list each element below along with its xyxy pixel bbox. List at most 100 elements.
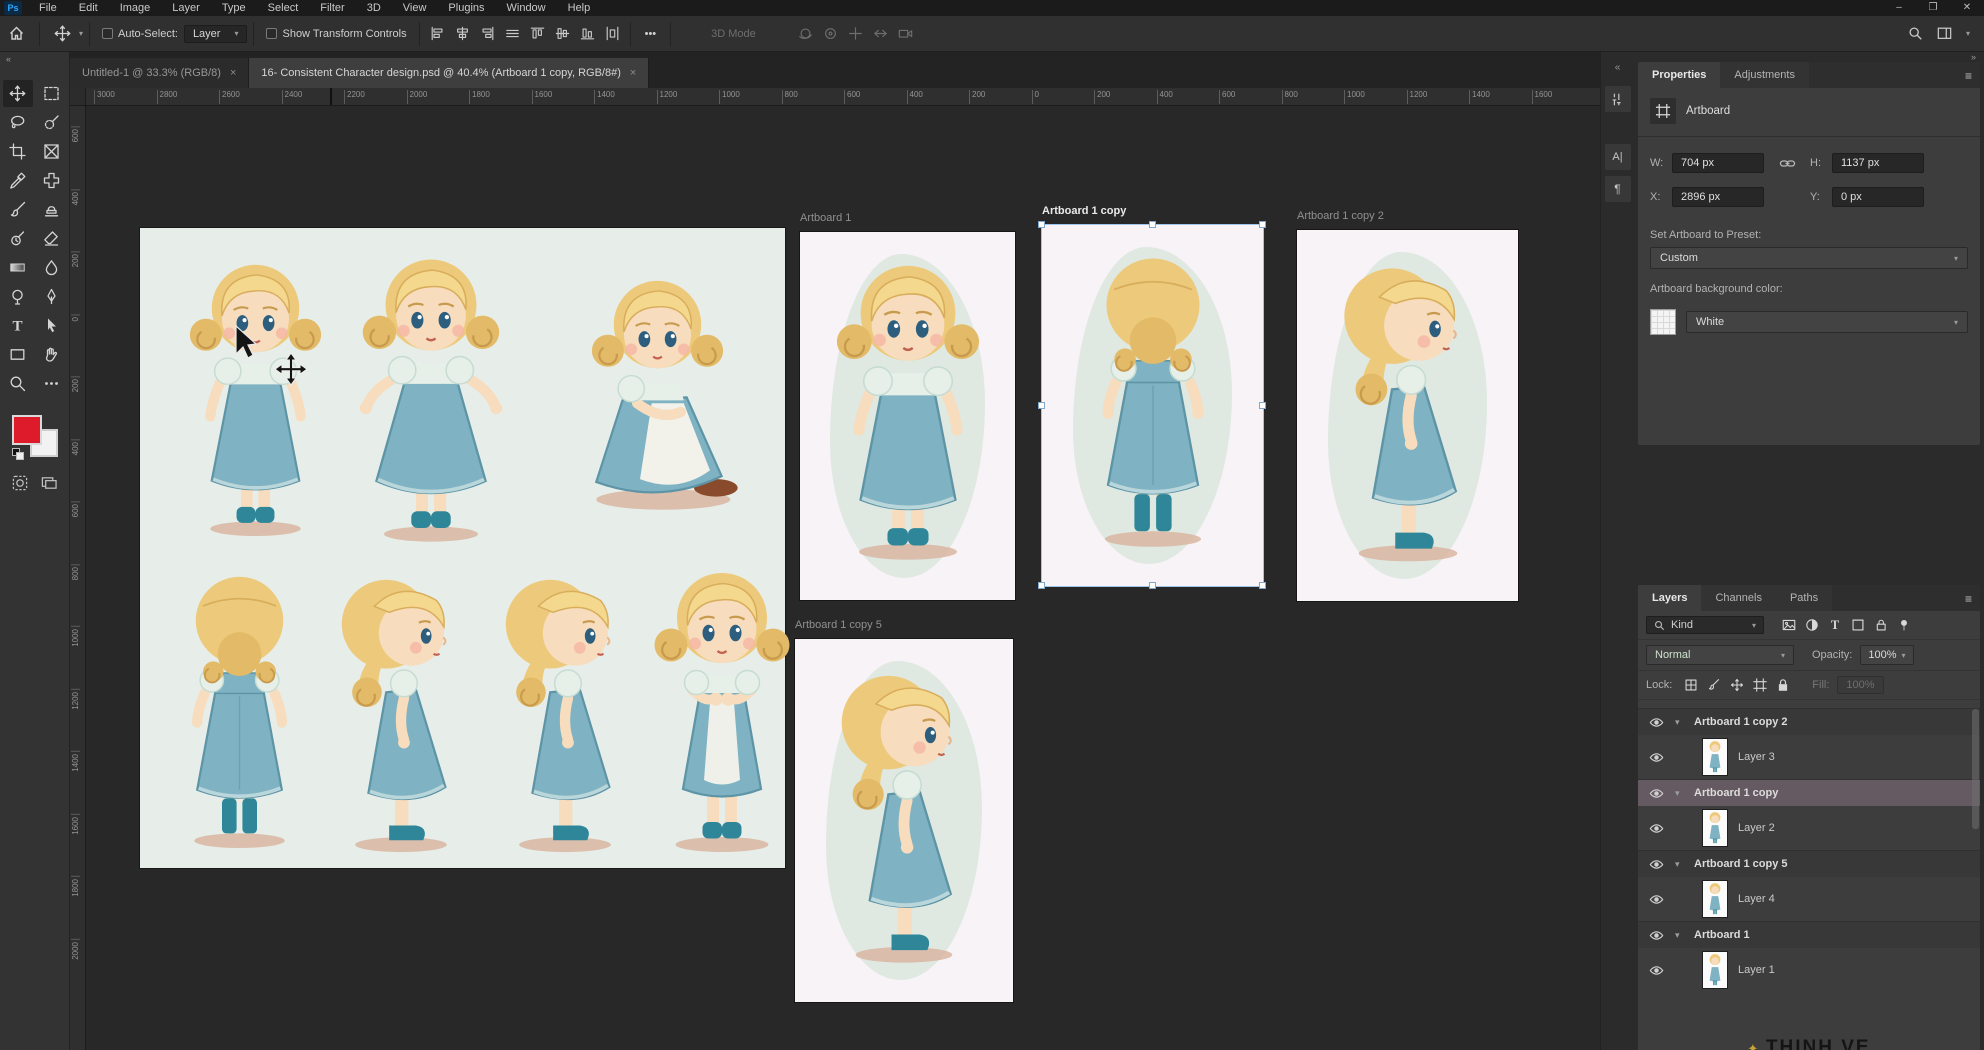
- brushes-panel-icon[interactable]: [1605, 86, 1631, 112]
- tab-properties[interactable]: Properties: [1638, 62, 1720, 88]
- ruler-origin[interactable]: [70, 88, 86, 106]
- paragraph-panel-icon[interactable]: ¶: [1605, 176, 1631, 202]
- visibility-eye-icon[interactable]: [1644, 928, 1668, 943]
- clone-stamp-tool[interactable]: [37, 196, 67, 223]
- visibility-eye-icon[interactable]: [1644, 857, 1668, 872]
- tab-adjustments[interactable]: Adjustments: [1720, 62, 1809, 88]
- layer-filter-dropdown[interactable]: Kind ▾: [1646, 616, 1764, 634]
- layer-thumbnail[interactable]: [1702, 809, 1728, 847]
- layer-group-row[interactable]: ▾Artboard 1 copy: [1638, 779, 1980, 806]
- menu-image[interactable]: Image: [109, 0, 162, 16]
- canvas-area[interactable]: 3000280026002400220020001800160014001200…: [70, 88, 1600, 1050]
- restore-button[interactable]: ❐: [1916, 0, 1950, 16]
- rectangle-tool[interactable]: [3, 341, 33, 368]
- shape-filter-icon[interactable]: [1851, 618, 1865, 632]
- menu-view[interactable]: View: [392, 0, 438, 16]
- brush-tool[interactable]: [3, 196, 33, 223]
- chevron-down-icon[interactable]: ▾: [1966, 29, 1970, 38]
- menu-file[interactable]: File: [28, 0, 68, 16]
- menu-select[interactable]: Select: [257, 0, 310, 16]
- minimize-button[interactable]: –: [1882, 0, 1916, 16]
- artboard-bg-swatch[interactable]: [1650, 309, 1676, 335]
- selection-handle[interactable]: [1038, 582, 1045, 589]
- visibility-eye-icon[interactable]: [1644, 963, 1668, 978]
- distribute-top-icon[interactable]: [530, 26, 545, 41]
- close-button[interactable]: ✕: [1950, 0, 1984, 16]
- move-tool[interactable]: [3, 80, 33, 107]
- layer-thumbnail[interactable]: [1702, 738, 1728, 776]
- healing-tool[interactable]: [37, 167, 67, 194]
- visibility-eye-icon[interactable]: [1644, 821, 1668, 836]
- slice-tool[interactable]: [37, 138, 67, 165]
- auto-select-checkbox[interactable]: Auto-Select:: [96, 28, 184, 40]
- dodge-tool[interactable]: [3, 283, 33, 310]
- show-transform-checkbox[interactable]: Show Transform Controls: [260, 28, 412, 40]
- checkbox-icon[interactable]: [102, 28, 113, 39]
- type-filter-icon[interactable]: T: [1828, 618, 1842, 632]
- artboard-artboard-1-copy-5[interactable]: [795, 639, 1013, 1002]
- tab-close-icon[interactable]: ×: [630, 67, 636, 79]
- layer-row[interactable]: Layer 2: [1638, 806, 1980, 850]
- screen-mode-icon[interactable]: [41, 475, 57, 494]
- artboard-artboard-1-copy[interactable]: [1042, 225, 1263, 586]
- document-tab-2[interactable]: 16- Consistent Character design.psd @ 40…: [249, 58, 649, 88]
- lock-transparency-icon[interactable]: [1684, 678, 1698, 692]
- preset-dropdown[interactable]: Custom ▾: [1650, 247, 1968, 269]
- menu-edit[interactable]: Edit: [68, 0, 109, 16]
- menu-3d[interactable]: 3D: [356, 0, 392, 16]
- align-right-icon[interactable]: [480, 26, 495, 41]
- panel-menu-icon[interactable]: ≡: [1965, 69, 1972, 83]
- lock-all-icon[interactable]: [1776, 678, 1790, 692]
- visibility-eye-icon[interactable]: [1644, 892, 1668, 907]
- collapse-dock-icon[interactable]: »: [1634, 52, 1984, 62]
- lock-paint-icon[interactable]: [1707, 678, 1721, 692]
- pin-filter-icon[interactable]: [1897, 618, 1911, 632]
- distribute-h-icon[interactable]: [605, 26, 620, 41]
- visibility-eye-icon[interactable]: [1644, 715, 1668, 730]
- artboard-artboard-1[interactable]: [800, 232, 1015, 600]
- selection-handle[interactable]: [1038, 402, 1045, 409]
- artboard-label[interactable]: Artboard 1 copy 5: [795, 619, 882, 631]
- collapse-toolbar-icon[interactable]: «: [0, 52, 69, 68]
- align-left-icon[interactable]: [430, 26, 445, 41]
- selection-handle[interactable]: [1259, 221, 1266, 228]
- more-tool[interactable]: [37, 370, 67, 397]
- fill-value[interactable]: 100%: [1837, 676, 1883, 694]
- selection-handle[interactable]: [1038, 221, 1045, 228]
- chevron-down-icon[interactable]: ▾: [1675, 717, 1687, 728]
- layer-group-row[interactable]: ▾Artboard 1 copy 2: [1638, 708, 1980, 735]
- menu-layer[interactable]: Layer: [161, 0, 211, 16]
- marquee-tool[interactable]: [37, 80, 67, 107]
- checkbox-icon[interactable]: [266, 28, 277, 39]
- document-tab-1[interactable]: Untitled-1 @ 33.3% (RGB/8)×: [70, 58, 249, 88]
- align-center-h-icon[interactable]: [455, 26, 470, 41]
- vertical-ruler[interactable]: 6004002000200400600800100012001400160018…: [70, 106, 86, 1050]
- search-icon[interactable]: [1908, 26, 1923, 41]
- quick-select-tool[interactable]: [37, 109, 67, 136]
- history-brush-tool[interactable]: [3, 225, 33, 252]
- pasteboard[interactable]: Artboard 1Artboard 1 copyArtboard 1 copy…: [86, 106, 1600, 1050]
- home-icon[interactable]: [0, 21, 33, 46]
- lock-move-icon[interactable]: [1730, 678, 1744, 692]
- layer-row[interactable]: Layer 3: [1638, 735, 1980, 779]
- quick-mask-icon[interactable]: [12, 475, 28, 494]
- layer-thumbnail[interactable]: [1702, 880, 1728, 918]
- artboard-bg-dropdown[interactable]: White ▾: [1686, 311, 1968, 333]
- tab-close-icon[interactable]: ×: [230, 67, 236, 79]
- layer-group-row[interactable]: ▾Artboard 1: [1638, 921, 1980, 948]
- layers-scrollbar[interactable]: [1972, 709, 1979, 829]
- x-field[interactable]: 2896 px: [1672, 187, 1764, 207]
- visibility-eye-icon[interactable]: [1644, 786, 1668, 801]
- chevron-down-icon[interactable]: ▾: [1675, 788, 1687, 799]
- character-panel-icon[interactable]: A|: [1605, 144, 1631, 170]
- menu-window[interactable]: Window: [496, 0, 557, 16]
- gradient-tool[interactable]: [3, 254, 33, 281]
- crop-tool[interactable]: [3, 138, 33, 165]
- default-colors-icon[interactable]: [12, 448, 25, 461]
- chevron-down-icon[interactable]: ▾: [1675, 930, 1687, 941]
- artboard-label[interactable]: Artboard 1 copy 2: [1297, 210, 1384, 222]
- auto-select-target-dropdown[interactable]: Layer ▾: [184, 25, 248, 43]
- link-dimensions-icon[interactable]: [1764, 155, 1810, 172]
- foreground-color-swatch[interactable]: [12, 415, 42, 445]
- smartobject-filter-icon[interactable]: [1874, 618, 1888, 632]
